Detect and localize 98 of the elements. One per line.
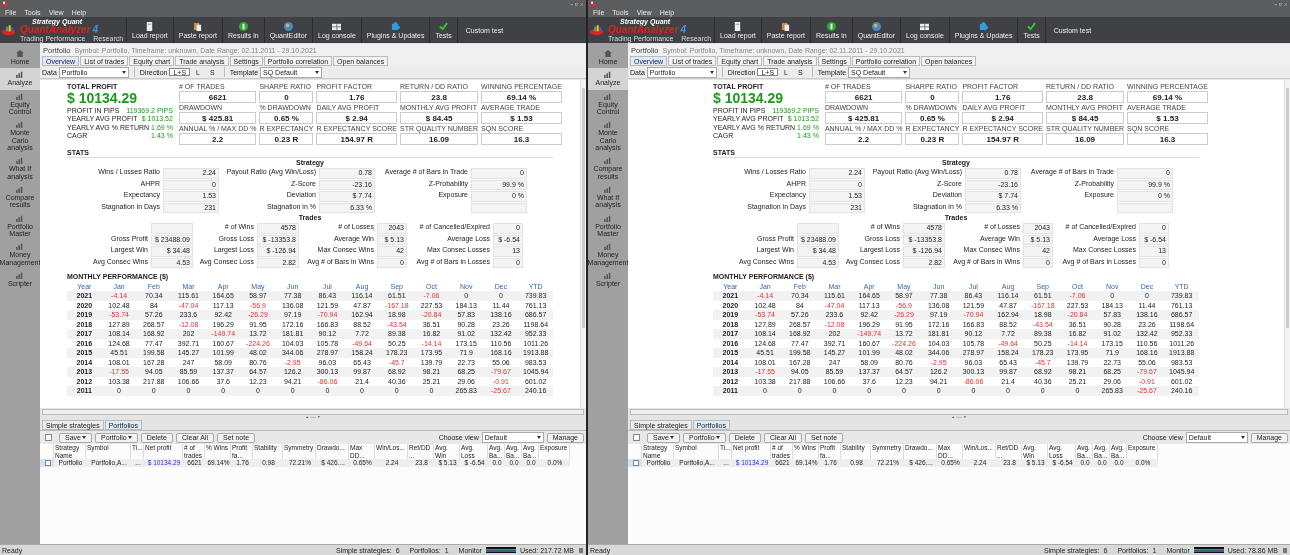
metric-value: 69.14 %	[1127, 91, 1208, 103]
window-icon	[332, 21, 342, 31]
puzzle-icon	[979, 21, 989, 31]
caret-icon	[715, 436, 720, 439]
row-checkbox[interactable]	[632, 460, 639, 466]
trash-icon[interactable]	[578, 547, 584, 553]
metric-value: $ 2.94	[316, 112, 398, 124]
caret-icon	[127, 436, 132, 439]
window-icon	[920, 21, 930, 31]
metric-value: 0.65 %	[259, 112, 314, 124]
metric-value: 2.2	[178, 133, 257, 145]
bar-chart-icon	[16, 186, 24, 194]
metric-value: 1.76	[962, 91, 1044, 103]
bar-chart-icon	[16, 272, 24, 280]
bar-chart-icon	[16, 157, 24, 165]
bar-chart-icon	[16, 92, 24, 100]
metric-value: $ 425.81	[824, 112, 903, 124]
logo-text: QuantAnalyzer 4	[608, 25, 688, 35]
scrollbar[interactable]	[630, 409, 1288, 415]
empty-value-box	[797, 223, 839, 234]
memory-graph	[1193, 547, 1224, 553]
metric-value: $ 84.45	[400, 112, 479, 124]
metric-value: 16.3	[1127, 133, 1208, 145]
empty-value-box	[1117, 202, 1173, 213]
bar-chart-icon	[604, 71, 612, 79]
bar-chart-icon	[604, 121, 612, 129]
metric-value: 69.14 %	[481, 91, 562, 103]
splitter-handle-icon[interactable]	[952, 416, 966, 419]
bar-chart-icon	[16, 121, 24, 129]
caret-icon	[669, 436, 674, 439]
metric-value: 1.76	[316, 91, 398, 103]
metric-value: 0.23 R	[259, 133, 314, 145]
globe-icon	[283, 21, 293, 31]
scrollbar[interactable]	[42, 409, 584, 415]
checkmark-icon	[439, 21, 449, 31]
metric-value: 0.65 %	[905, 112, 960, 124]
row-checkbox[interactable]	[44, 460, 51, 466]
globe-icon	[871, 21, 881, 31]
metric-value: 23.8	[400, 91, 479, 103]
memory-graph	[485, 547, 516, 553]
house-icon	[604, 50, 612, 57]
bar-chart-icon	[604, 186, 612, 194]
logo-icon	[2, 24, 18, 36]
checkmark-icon	[1027, 21, 1037, 31]
app-icon	[2, 1, 8, 7]
bar-chart-icon	[16, 71, 24, 79]
metric-value: $ 425.81	[178, 112, 257, 124]
clipboard-icon	[781, 21, 791, 31]
caret-icon	[315, 70, 320, 74]
bar-chart-icon	[16, 243, 24, 251]
document-icon	[145, 21, 155, 31]
metric-value: $ 1.53	[1127, 112, 1208, 124]
select-all-checkbox[interactable]	[45, 434, 52, 441]
metric-value: 23.8	[1046, 91, 1125, 103]
bar-chart-icon	[604, 92, 612, 100]
metric-value: 16.09	[400, 133, 479, 145]
bar-chart-icon	[16, 214, 24, 222]
clipboard-icon	[193, 21, 203, 31]
caret-icon	[1240, 436, 1245, 439]
dollar-circle-icon	[238, 21, 248, 31]
metric-value: 6621	[178, 91, 257, 103]
select-all-checkbox[interactable]	[633, 434, 640, 441]
caret-icon	[709, 70, 714, 74]
metric-value: 154.97 R	[316, 133, 398, 145]
metric-value: $ 84.45	[1046, 112, 1125, 124]
total-profit-value: $ 10134.29	[67, 90, 139, 106]
bar-chart-icon	[604, 157, 612, 165]
bar-chart-icon	[604, 214, 612, 222]
scrollbar[interactable]	[580, 80, 586, 408]
caret-icon	[81, 436, 86, 439]
metric-value: 0	[259, 91, 314, 103]
metric-value: $ 2.94	[962, 112, 1044, 124]
trash-icon[interactable]	[1282, 547, 1288, 553]
bar-chart-icon	[604, 272, 612, 280]
splitter-handle-icon[interactable]	[306, 416, 320, 419]
bar-chart-icon	[604, 243, 612, 251]
dollar-circle-icon	[826, 21, 836, 31]
caret-icon	[903, 70, 908, 74]
caret-icon	[536, 436, 541, 439]
empty-value-box	[471, 202, 527, 213]
caret-icon	[121, 70, 126, 74]
logo-text: QuantAnalyzer 4	[20, 25, 100, 35]
metric-value: 0.23 R	[905, 133, 960, 145]
metric-value: 16.3	[481, 133, 562, 145]
scrollbar[interactable]	[1284, 80, 1290, 408]
metric-value: $ 1.53	[481, 112, 562, 124]
logo-icon	[590, 24, 606, 36]
metric-value: 16.09	[1046, 133, 1125, 145]
empty-value-box	[151, 223, 193, 234]
metric-value: 2.2	[824, 133, 903, 145]
metric-value: 0	[905, 91, 960, 103]
metric-value: 154.97 R	[962, 133, 1044, 145]
house-icon	[16, 50, 24, 57]
puzzle-icon	[391, 21, 401, 31]
total-profit-value: $ 10134.29	[713, 90, 785, 106]
app-icon	[590, 1, 596, 7]
document-icon	[733, 21, 743, 31]
metric-value: 6621	[824, 91, 903, 103]
